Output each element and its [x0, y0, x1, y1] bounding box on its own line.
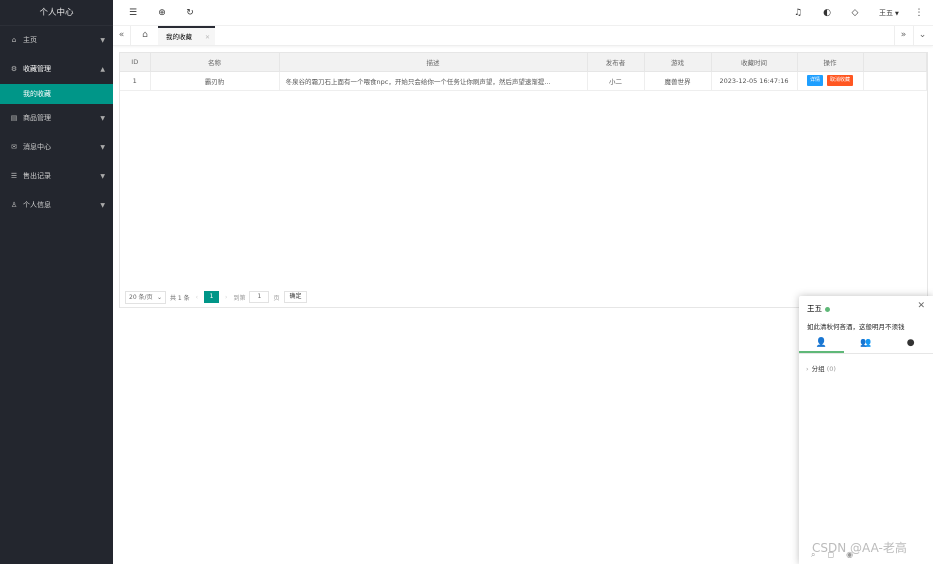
group-label: 分组: [811, 365, 825, 373]
table-header-row: ID 名称 描述 发布者 游戏 收藏时间 操作: [120, 53, 927, 72]
app-logo: 个人中心: [0, 0, 113, 26]
group-count: (0): [826, 365, 836, 373]
goto-confirm-button[interactable]: 确定: [284, 291, 307, 303]
goods-icon: ▤: [10, 114, 18, 122]
list-icon: ☰: [10, 172, 18, 180]
sidebar-item-label: 售出记录: [23, 172, 51, 180]
table-row: 1 霸刃豹 冬泉谷的霜刀石上面有一个喂食npc，开始只会给你一个任务让你刷声望，…: [120, 71, 927, 91]
sidebar-item-label: 收藏管理: [23, 65, 51, 73]
watermark-text: CSDN @AA-老高: [812, 541, 907, 555]
col-header-name[interactable]: 名称: [150, 53, 280, 72]
chevron-right-icon: ›: [806, 365, 809, 373]
page-unit-label: 页: [273, 294, 280, 302]
tag-icon[interactable]: ◇: [847, 0, 863, 26]
col-header-id[interactable]: ID: [120, 53, 151, 72]
detail-button[interactable]: 详情: [806, 75, 823, 86]
user-name: 王五: [879, 9, 893, 17]
chat-user-name: 王五: [807, 304, 822, 313]
sidebar-item-sales[interactable]: ☰ 售出记录 ▼: [0, 162, 113, 191]
cell-spacer: [863, 71, 927, 91]
per-page-value: 20 条/页: [129, 293, 153, 301]
theme-icon[interactable]: ◐: [819, 0, 835, 26]
tabs-scroll-right-icon[interactable]: »: [894, 26, 912, 45]
col-header-game[interactable]: 游戏: [644, 53, 712, 72]
cell-game: 魔兽世界: [644, 71, 712, 91]
friends-tab-icon[interactable]: 👤: [799, 334, 844, 353]
tabs-bar: « ⌂ 我的收藏 ✕ » ⌄: [113, 26, 933, 46]
per-page-select[interactable]: 20 条/页 ⌄: [125, 290, 166, 304]
col-header-desc[interactable]: 描述: [279, 53, 588, 72]
top-header: ☰ ⊕ ↻ ♫ ◐ ◇ 王五 ▼ ⋮: [113, 0, 933, 26]
caret-down-icon: ▼: [100, 202, 105, 209]
cell-actions: 详情 取消收藏: [797, 71, 864, 91]
sidebar-item-label: 商品管理: [23, 114, 51, 122]
bell-icon[interactable]: ♫: [790, 0, 806, 26]
favorites-table: ID 名称 描述 发布者 游戏 收藏时间 操作 1 霸刃豹 冬泉谷的霜刀石上面有…: [120, 53, 927, 91]
col-header-time[interactable]: 收藏时间: [711, 53, 798, 72]
sidebar-item-label: 个人信息: [23, 201, 51, 209]
chevron-down-icon: ⌄: [156, 293, 162, 301]
sidebar-item-profile[interactable]: ♙ 个人信息 ▼: [0, 191, 113, 220]
caret-down-icon: ▼: [100, 115, 105, 122]
cell-id: 1: [120, 71, 151, 91]
user-icon: ♙: [10, 201, 18, 209]
tab-my-favorites[interactable]: 我的收藏 ✕: [158, 26, 215, 45]
chat-tabs: 👤 👥 ●: [799, 334, 933, 354]
col-header-actions: 操作: [797, 53, 864, 72]
menu-toggle-icon[interactable]: ☰: [125, 0, 141, 26]
goto-page-input[interactable]: 1: [249, 291, 270, 303]
caret-down-icon: ▼: [100, 144, 105, 151]
message-icon: ✉: [11, 143, 17, 151]
sidebar-item-favorites[interactable]: ⚙ 收藏管理 ▲: [0, 55, 113, 84]
caret-down-icon: ▼: [895, 11, 899, 17]
sidebar-item-home[interactable]: ⌂ 主页 ▼: [0, 26, 113, 55]
refresh-icon[interactable]: ↻: [182, 0, 198, 26]
sidebar: 个人中心 ⌂ 主页 ▼ ⚙ 收藏管理 ▲ 我的收藏 ▤ 商品管理 ▼ ✉ 消息中…: [0, 0, 113, 564]
home-icon: ⌂: [11, 36, 17, 44]
close-icon[interactable]: ✕: [917, 301, 925, 311]
groups-tab-icon[interactable]: 👥: [844, 334, 889, 353]
friend-group[interactable]: › 分组 (0): [806, 363, 836, 373]
more-vertical-icon[interactable]: ⋮: [911, 0, 927, 26]
caret-up-icon: ▲: [100, 66, 105, 73]
tabs-scroll-left-icon[interactable]: «: [113, 26, 131, 45]
tab-label: 我的收藏: [166, 33, 192, 41]
pagination: 20 条/页 ⌄ 共 1 条 ‹ 1 › 到第 1 页 确定: [125, 290, 307, 304]
col-header-spacer: [863, 53, 927, 72]
caret-down-icon: ▼: [100, 37, 105, 44]
sidebar-item-my-favorites[interactable]: 我的收藏: [0, 84, 113, 104]
caret-down-icon: ▼: [100, 173, 105, 180]
im-chat-panel: 王五 如此清秋何吝酒，这般明月不须钱 ✕ 👤 👥 ● › 分组 (0) ⌕ ◻ ◉: [799, 296, 933, 564]
chat-signature: 如此清秋何吝酒，这般明月不须钱: [807, 323, 905, 331]
cell-time: 2023-12-05 16:47:16: [711, 71, 798, 91]
tabs-dropdown-icon[interactable]: ⌄: [913, 26, 931, 45]
favorites-table-panel: ID 名称 描述 发布者 游戏 收藏时间 操作 1 霸刃豹 冬泉谷的霜刀石上面有…: [119, 52, 928, 308]
user-menu[interactable]: 王五 ▼: [879, 0, 899, 26]
history-tab-icon[interactable]: ●: [888, 334, 933, 353]
sidebar-submenu: 我的收藏: [0, 84, 113, 104]
next-page-icon[interactable]: ›: [225, 294, 227, 301]
cancel-favorite-button[interactable]: 取消收藏: [827, 75, 854, 86]
cell-desc: 冬泉谷的霜刀石上面有一个喂食npc，开始只会给你一个任务让你刷声望，然后声望速渐…: [279, 71, 588, 91]
cell-name: 霸刃豹: [150, 71, 280, 91]
current-page-button[interactable]: 1: [204, 291, 220, 303]
prev-page-icon[interactable]: ‹: [196, 294, 198, 301]
sidebar-item-label: 消息中心: [23, 143, 51, 151]
cell-publisher: 小二: [587, 71, 645, 91]
col-header-publisher[interactable]: 发布者: [587, 53, 645, 72]
online-status-icon: [825, 306, 830, 312]
total-count: 共 1 条: [170, 294, 190, 302]
sidebar-item-label: 主页: [23, 36, 37, 44]
home-tab-icon[interactable]: ⌂: [136, 26, 154, 45]
close-icon[interactable]: ✕: [205, 28, 210, 47]
globe-icon[interactable]: ⊕: [154, 0, 170, 26]
sidebar-item-messages[interactable]: ✉ 消息中心 ▼: [0, 133, 113, 162]
sidebar-item-goods[interactable]: ▤ 商品管理 ▼: [0, 104, 113, 133]
goto-label: 到第: [233, 294, 246, 302]
settings-icon: ⚙: [10, 65, 18, 73]
